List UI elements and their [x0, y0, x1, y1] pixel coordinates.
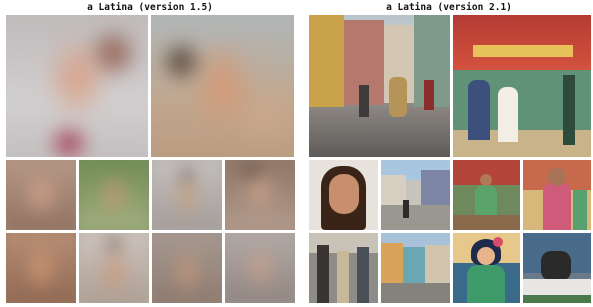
- image-tile-market: [453, 160, 520, 230]
- image-tile: [6, 160, 76, 230]
- panel-title-version-1-5: a Latina (version 1.5): [87, 2, 213, 13]
- image-tile-portrait: [309, 160, 378, 230]
- image-tile-painting: [453, 15, 591, 157]
- image-tile: [6, 15, 148, 157]
- image-tile-street: [381, 160, 450, 230]
- image-tile: [152, 160, 222, 230]
- panel-version-2-1: a Latina (version 2.1): [307, 0, 591, 307]
- image-tile-crowd: [309, 233, 378, 303]
- panel-title-version-2-1: a Latina (version 2.1): [386, 2, 512, 13]
- image-tile: [6, 233, 76, 303]
- panel-version-1-5: a Latina (version 1.5): [4, 0, 296, 307]
- image-tile: [152, 233, 222, 303]
- image-tile: [225, 160, 295, 230]
- image-tile-woman-colorful: [523, 160, 591, 230]
- image-tile: [79, 160, 149, 230]
- image-tile-colorful-street: [381, 233, 450, 303]
- image-tile-illustration: [453, 233, 520, 303]
- image-tile: [225, 233, 295, 303]
- image-tile-sign: [523, 233, 591, 303]
- image-tile-street-scene: [309, 15, 450, 157]
- image-tile: [79, 233, 149, 303]
- image-tile: [151, 15, 294, 157]
